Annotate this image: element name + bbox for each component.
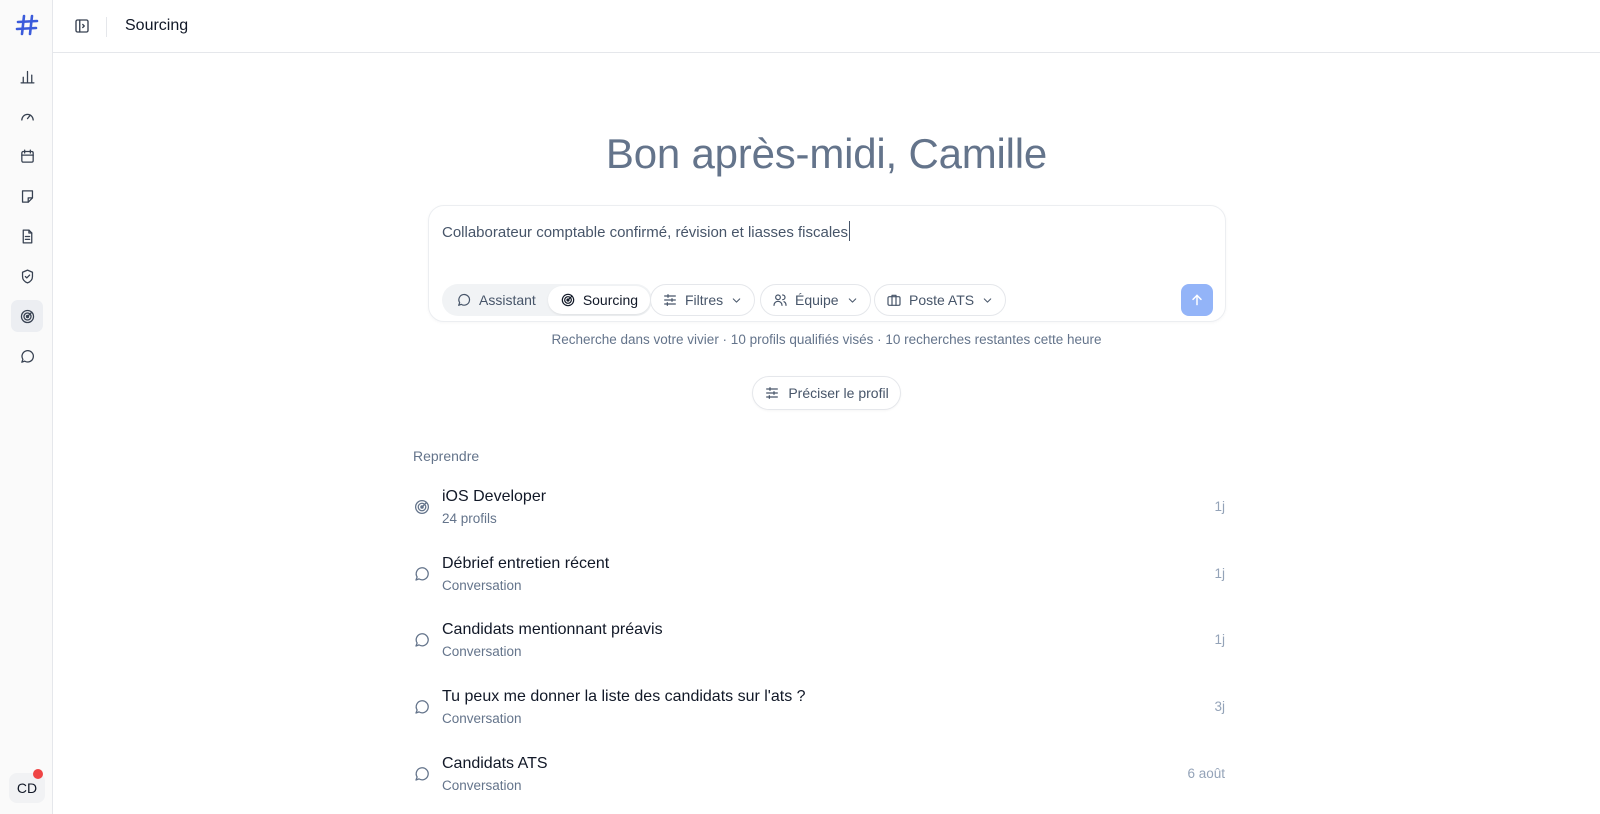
list-item[interactable]: Candidats mentionnant préavis Conversati… bbox=[405, 611, 1245, 678]
list-item-title: Tu peux me donner la liste des candidats… bbox=[442, 688, 806, 706]
recent-section-label: Reprendre bbox=[413, 448, 480, 464]
sidebar-item-analytics[interactable] bbox=[15, 64, 39, 88]
sidebar-item-documents[interactable] bbox=[15, 224, 39, 248]
message-circle-icon bbox=[413, 565, 431, 583]
page-title: Sourcing bbox=[125, 17, 189, 34]
mode-assistant-button[interactable]: Assistant bbox=[444, 286, 548, 314]
briefcase-icon bbox=[887, 294, 901, 306]
sticky-note-icon bbox=[21, 189, 33, 203]
list-item-title: Candidats mentionnant préavis bbox=[442, 621, 663, 639]
list-item-subtitle: Conversation bbox=[442, 777, 522, 793]
sidebar: CD bbox=[0, 0, 53, 814]
message-circle-icon bbox=[458, 293, 471, 306]
sliders-icon bbox=[766, 387, 779, 399]
message-circle-icon bbox=[20, 349, 34, 363]
list-item-time: 1j bbox=[1214, 499, 1225, 514]
search-query-input[interactable]: Collaborateur comptable confirmé, révisi… bbox=[442, 221, 851, 241]
list-item-title: iOS Developer bbox=[442, 488, 547, 505]
list-item-subtitle: Conversation bbox=[442, 577, 522, 593]
refine-profile-button[interactable]: Préciser le profil bbox=[752, 376, 901, 410]
send-button[interactable] bbox=[1181, 284, 1213, 316]
sidebar-item-dashboard[interactable] bbox=[15, 104, 39, 128]
sliders-icon bbox=[664, 294, 676, 306]
shield-check-icon bbox=[21, 268, 33, 284]
sidebar-item-security[interactable] bbox=[15, 264, 39, 288]
file-text-icon bbox=[22, 228, 32, 244]
panel-left-icon bbox=[75, 19, 89, 33]
filters-dropdown[interactable]: Filtres bbox=[650, 284, 756, 316]
sidebar-item-conversations[interactable] bbox=[15, 344, 39, 368]
chevron-down-icon bbox=[732, 297, 741, 303]
team-dropdown[interactable]: Équipe bbox=[760, 284, 871, 316]
list-item-subtitle: 24 profils bbox=[442, 511, 497, 526]
sidebar-toggle-button[interactable] bbox=[71, 15, 93, 37]
list-item[interactable]: Candidats ATS Conversation 6 août bbox=[405, 745, 1245, 812]
top-bar: Sourcing bbox=[53, 0, 1600, 53]
list-item[interactable]: Débrief entretien récent Conversation 1j bbox=[405, 545, 1245, 612]
list-item-title: Candidats ATS bbox=[442, 754, 548, 772]
list-item[interactable]: iOS Developer 24 profils 1j bbox=[405, 478, 1245, 545]
users-icon bbox=[773, 294, 787, 306]
search-info-text: Recherche dans votre vivier · 10 profils… bbox=[551, 332, 1102, 347]
arrow-up-icon bbox=[1192, 294, 1202, 306]
sidebar-item-sourcing[interactable] bbox=[11, 300, 43, 332]
list-item-time: 1j bbox=[1214, 565, 1225, 581]
mode-sourcing-label: Sourcing bbox=[582, 292, 639, 308]
list-item-time: 1j bbox=[1214, 632, 1225, 648]
header-divider bbox=[106, 17, 107, 37]
mode-switch: Assistant Sourcing bbox=[442, 284, 653, 316]
radar-icon bbox=[20, 309, 34, 323]
sidebar-item-notes[interactable] bbox=[15, 184, 39, 208]
gauge-icon bbox=[20, 113, 34, 121]
list-item-subtitle: Conversation bbox=[442, 711, 522, 727]
mode-sourcing-button[interactable]: Sourcing bbox=[547, 286, 651, 314]
list-item-time: 3j bbox=[1214, 699, 1225, 715]
calendar-icon bbox=[20, 148, 34, 163]
sidebar-item-calendar[interactable] bbox=[15, 144, 39, 168]
radar-icon bbox=[561, 293, 575, 307]
chevron-down-icon bbox=[983, 297, 992, 303]
recent-list: iOS Developer 24 profils 1j Débrief entr… bbox=[405, 478, 1245, 811]
list-item-subtitle: Conversation bbox=[442, 644, 522, 660]
filters-label: Filtres bbox=[685, 292, 724, 308]
chevron-down-icon bbox=[848, 297, 856, 303]
list-item-time: 6 août bbox=[1187, 765, 1225, 781]
message-circle-icon bbox=[413, 698, 431, 716]
message-circle-icon bbox=[413, 765, 431, 783]
bar-chart-icon bbox=[19, 70, 35, 84]
refine-profile-label: Préciser le profil bbox=[788, 385, 889, 401]
ats-position-dropdown[interactable]: Poste ATS bbox=[874, 284, 1007, 316]
message-circle-icon bbox=[413, 631, 431, 649]
list-item[interactable]: Tu peux me donner la liste des candidats… bbox=[405, 678, 1245, 745]
search-query-text: Collaborateur comptable confirmé, révisi… bbox=[442, 224, 849, 241]
radar-icon bbox=[413, 498, 431, 516]
hashtag-logo[interactable] bbox=[14, 12, 40, 38]
text-caret bbox=[849, 221, 851, 241]
team-label: Équipe bbox=[795, 292, 839, 308]
notification-badge bbox=[33, 769, 43, 779]
search-composer[interactable]: Collaborateur comptable confirmé, révisi… bbox=[428, 205, 1226, 322]
mode-assistant-label: Assistant bbox=[479, 292, 536, 308]
greeting-heading: Bon après-midi, Camille bbox=[605, 130, 1048, 177]
list-item-title: Débrief entretien récent bbox=[442, 554, 610, 572]
ats-position-label: Poste ATS bbox=[909, 292, 975, 308]
